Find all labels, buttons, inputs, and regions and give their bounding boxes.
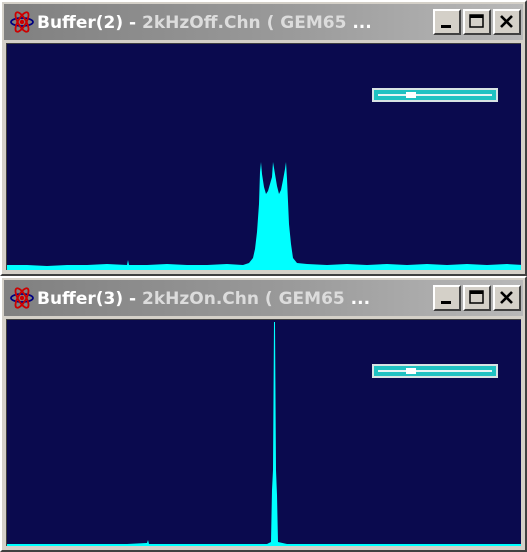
spectrum-window-buffer-3[interactable]: Buffer(3) - 2kHzOn.Chn ( GEM65 ... (0, 276, 527, 552)
scrollbar-track (378, 94, 492, 96)
window-title-ellipsis: ... (344, 289, 371, 309)
title-bar[interactable]: Buffer(2) - 2kHzOff.Chn ( GEM65 ... (4, 4, 523, 40)
close-button[interactable] (493, 285, 521, 311)
window-title-file: 2kHzOn.Chn ( GEM65 (142, 289, 345, 309)
title-bar[interactable]: Buffer(3) - 2kHzOn.Chn ( GEM65 ... (4, 280, 523, 316)
close-button[interactable] (493, 9, 521, 35)
spectrum-plot-area[interactable] (6, 319, 521, 546)
spectrum-plot (7, 322, 521, 546)
minimize-icon (441, 25, 451, 28)
scrollbar-thumb[interactable] (406, 368, 416, 374)
plot-scrollbar[interactable] (372, 88, 498, 102)
radiation-icon[interactable] (10, 11, 34, 33)
maximize-button[interactable] (463, 9, 491, 35)
radiation-icon[interactable] (10, 287, 34, 309)
spectrum-trace (7, 162, 521, 270)
maximize-icon (469, 14, 484, 28)
maximize-button[interactable] (463, 285, 491, 311)
window-title-ellipsis: ... (346, 13, 372, 33)
window-title-separator: - (123, 289, 143, 309)
window-title-buffer: Buffer(3) (37, 289, 124, 309)
spectrum-trace (7, 322, 521, 546)
spectrum-window-buffer-2[interactable]: Buffer(2) - 2kHzOff.Chn ( GEM65 ... (0, 0, 527, 276)
close-icon (500, 291, 513, 304)
window-title-file: 2kHzOff.Chn ( GEM65 (142, 13, 347, 33)
minimize-icon (441, 301, 451, 304)
minimize-button[interactable] (433, 9, 461, 35)
window-title-separator: - (123, 13, 143, 33)
window-title-buffer: Buffer(2) (37, 13, 124, 33)
close-icon (500, 15, 513, 28)
maximize-icon (469, 290, 484, 304)
scrollbar-thumb[interactable] (406, 92, 416, 98)
minimize-button[interactable] (433, 285, 461, 311)
spectrum-plot-area[interactable] (6, 43, 521, 270)
spectrum-plot (7, 162, 521, 270)
scrollbar-track (378, 370, 492, 372)
plot-scrollbar[interactable] (372, 364, 498, 378)
window-title: Buffer(2) - 2kHzOff.Chn ( GEM65 ... (37, 11, 422, 35)
window-title: Buffer(3) - 2kHzOn.Chn ( GEM65 ... (37, 287, 422, 311)
